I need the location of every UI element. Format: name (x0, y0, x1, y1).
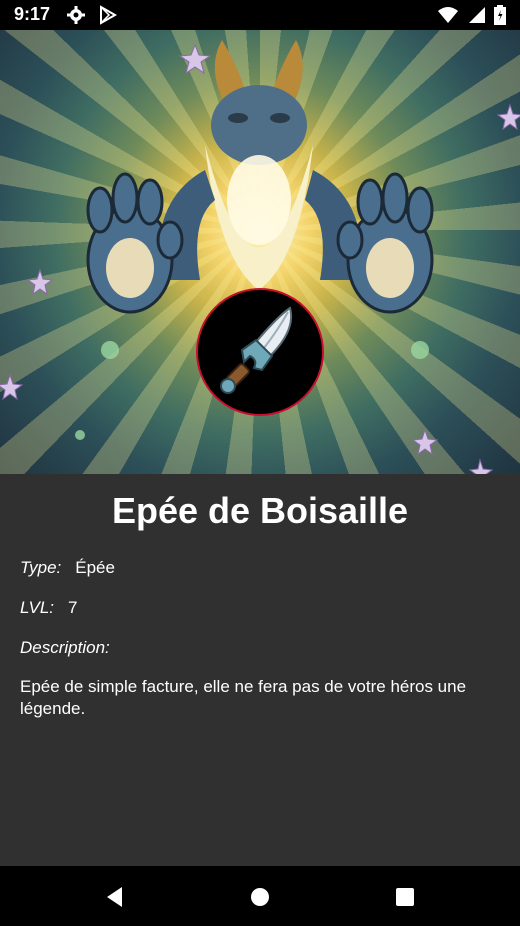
sword-badge (196, 288, 324, 416)
lvl-row: LVL: 7 (20, 598, 78, 618)
recents-icon[interactable] (392, 884, 418, 910)
back-icon[interactable] (102, 884, 128, 910)
type-row: Type: Épée (20, 558, 115, 578)
description-text: Epée de simple facture, elle ne fera pas… (20, 677, 467, 718)
description-label: Description: (20, 638, 110, 657)
lvl-value: 7 (68, 598, 78, 617)
description-row: Description: (20, 638, 124, 658)
status-bar: 9:17 (0, 0, 520, 30)
gear-icon (67, 6, 85, 24)
status-left-icons (66, 5, 118, 30)
navigation-bar (0, 866, 520, 926)
dagger-icon (220, 306, 292, 394)
status-right-icons (437, 5, 506, 30)
item-name: Epée de Boisaille (111, 490, 409, 531)
signal-icon (468, 7, 485, 23)
type-label: Type: (20, 558, 62, 577)
item-details: Epée de Boisaille Type: Épée LVL: 7 Descri… (0, 474, 520, 866)
status-time: 9:17 (14, 4, 51, 24)
hero-image (0, 30, 520, 474)
wifi-icon (438, 7, 459, 23)
play-store-icon (100, 5, 118, 25)
type-value: Épée (75, 558, 115, 577)
battery-icon (494, 5, 506, 25)
home-icon[interactable] (247, 884, 273, 910)
lvl-label: LVL: (20, 598, 55, 617)
